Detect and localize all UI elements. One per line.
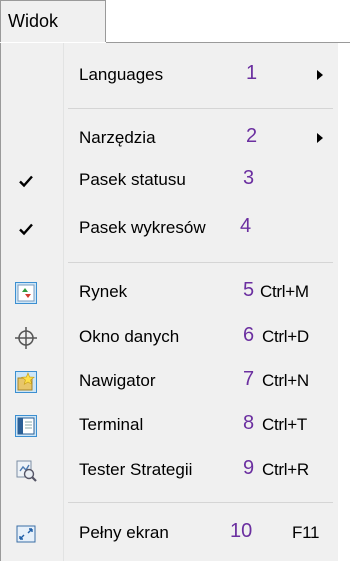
menu-item-number: 10 xyxy=(230,520,253,542)
menu-title-widok[interactable]: Widok xyxy=(0,0,106,42)
submenu-arrow-icon xyxy=(317,70,323,80)
market-watch-icon xyxy=(13,280,39,306)
menu-item-tester-strategii[interactable]: Tester Strategii 9 Ctrl+R xyxy=(1,448,338,492)
menu-item-shortcut: Ctrl+R xyxy=(262,460,309,479)
menu-item-terminal[interactable]: Terminal 8 Ctrl+T xyxy=(1,403,338,447)
menu-item-number: 6 xyxy=(243,324,255,346)
menu-item-okno-danych[interactable]: Okno danych 6 Ctrl+D xyxy=(1,315,338,359)
menu-item-shortcut: Ctrl+N xyxy=(262,371,309,390)
menu-item-label: Languages xyxy=(79,65,164,84)
menu-item-label: Pasek wykresów xyxy=(79,218,206,237)
fullscreen-icon xyxy=(13,521,39,547)
menu-item-number: 7 xyxy=(243,368,255,390)
menu-item-pasek-wykresow[interactable]: Pasek wykresów 4 xyxy=(1,206,338,250)
menu-item-label: Tester Strategii xyxy=(79,460,193,479)
check-icon xyxy=(13,216,39,242)
menu-separator xyxy=(68,262,333,263)
check-icon xyxy=(13,168,39,194)
menu-item-number: 8 xyxy=(243,412,255,434)
navigator-stars-icon xyxy=(13,369,39,395)
menu-item-label: Pełny ekran xyxy=(79,523,169,542)
menu-item-number: 4 xyxy=(240,215,252,237)
menu-item-shortcut: Ctrl+M xyxy=(260,282,309,301)
terminal-icon xyxy=(13,413,39,439)
crosshair-icon xyxy=(13,325,39,351)
menu-item-languages[interactable]: Languages 1 xyxy=(1,53,338,97)
menu-item-label: Pasek statusu xyxy=(79,170,186,189)
menu-item-shortcut: Ctrl+D xyxy=(262,327,309,346)
menu-item-number: 2 xyxy=(246,125,258,147)
menu-separator xyxy=(68,502,333,503)
menu-item-label: Terminal xyxy=(79,415,144,434)
menu-item-number: 5 xyxy=(243,279,255,301)
submenu-arrow-icon xyxy=(317,133,323,143)
menu-item-label: Nawigator xyxy=(79,371,156,390)
menu-item-pelny-ekran[interactable]: Pełny ekran 10 F11 xyxy=(1,511,338,555)
menu-item-pasek-statusu[interactable]: Pasek statusu 3 xyxy=(1,158,338,202)
menu-item-rynek[interactable]: Rynek 5 Ctrl+M xyxy=(1,270,338,314)
menu-item-label: Rynek xyxy=(79,282,128,301)
menu-item-nawigator[interactable]: Nawigator 7 Ctrl+N xyxy=(1,359,338,403)
menubar: Widok xyxy=(0,0,350,43)
strategy-tester-icon xyxy=(13,458,39,484)
menu-item-number: 1 xyxy=(246,62,258,84)
menu-item-label: Narzędzia xyxy=(79,128,156,147)
menu-item-shortcut: Ctrl+T xyxy=(262,415,307,434)
menu-item-shortcut: F11 xyxy=(292,523,320,542)
menu-item-number: 3 xyxy=(243,167,255,189)
menu-separator xyxy=(68,108,333,109)
menu-item-label: Okno danych xyxy=(79,327,180,346)
menu-item-number: 9 xyxy=(243,457,255,479)
menu-item-narzedzia[interactable]: Narzędzia 2 xyxy=(1,116,338,160)
